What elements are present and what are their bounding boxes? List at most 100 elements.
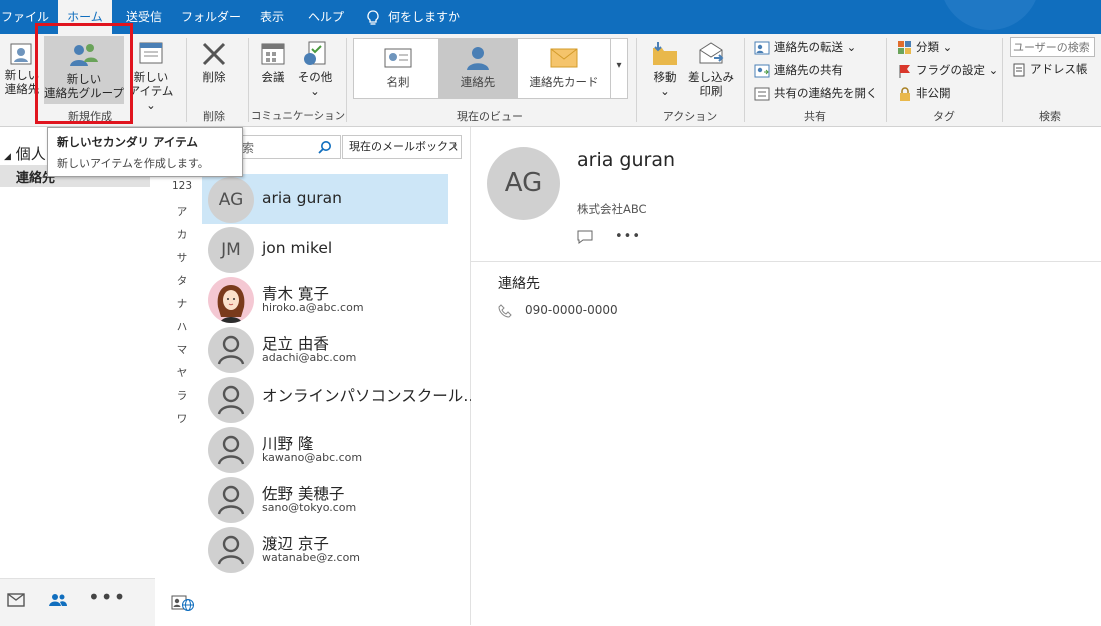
contact-email: kawano@abc.com xyxy=(262,451,363,464)
person-photo-icon xyxy=(217,285,245,323)
new-items-icon xyxy=(139,42,163,64)
contact-name: jon mikel xyxy=(262,239,333,257)
view-contact-card-label: 連絡先カード xyxy=(529,75,599,89)
share-contacts-label: 連絡先の共有 xyxy=(774,63,843,77)
more-comm-button[interactable]: その他 ⌄ xyxy=(294,40,336,98)
search-scope-dropdown[interactable]: 現在のメールボックス ▾ xyxy=(342,135,462,159)
private-button[interactable]: 非公開 xyxy=(898,83,951,103)
mail-icon[interactable] xyxy=(7,593,25,607)
chevron-down-icon: ⌄ xyxy=(146,98,156,112)
group-label-action: アクション xyxy=(662,110,718,123)
search-people-input[interactable] xyxy=(1010,37,1095,57)
move-folder-icon xyxy=(653,42,677,65)
ribbon-divider xyxy=(636,38,637,122)
more-actions-icon[interactable]: ••• xyxy=(615,229,641,244)
new-item-line1: 新しい xyxy=(133,70,169,84)
meeting-button[interactable]: 会議 xyxy=(254,40,292,84)
ribbon-divider xyxy=(1002,38,1003,122)
contact-list-item[interactable]: 青木 寛子 hiroko.a@abc.com xyxy=(202,274,448,324)
delete-button[interactable]: 削除 xyxy=(192,40,236,84)
chat-icon[interactable] xyxy=(577,230,593,244)
chevron-down-icon: ▾ xyxy=(452,142,457,152)
highlight-box xyxy=(35,23,133,124)
share-contacts-icon xyxy=(754,64,770,77)
chevron-down-icon: ▾ xyxy=(616,60,622,71)
ribbon-divider xyxy=(248,38,249,122)
open-shared-contacts-button[interactable]: 共有の連絡先を開く xyxy=(754,83,878,103)
contact-list-item[interactable]: 川野 隆 kawano@abc.com xyxy=(202,424,448,474)
contact-list-item[interactable]: AG aria guran xyxy=(202,174,448,224)
tab-view[interactable]: 表示 xyxy=(252,0,292,34)
index-letter[interactable]: 123 xyxy=(170,180,194,192)
avatar: AG xyxy=(208,177,254,223)
index-letter[interactable]: タ xyxy=(170,273,194,288)
group-label-find: 検索 xyxy=(1039,110,1061,123)
forward-contact-button[interactable]: 連絡先の転送 ⌄ xyxy=(754,37,856,57)
chevron-down-icon: ⌄ xyxy=(310,84,320,98)
index-letter[interactable]: マ xyxy=(170,342,194,357)
index-letter[interactable]: ラ xyxy=(170,388,194,403)
view-contact-card[interactable]: 連絡先カード xyxy=(518,39,610,98)
contact-list-item[interactable]: 渡辺 京子 watanabe@z.com xyxy=(202,524,448,574)
contact-name: オンラインパソコンスクール… xyxy=(262,387,479,405)
flag-icon xyxy=(899,64,910,78)
menu-bar: ファイル ホーム 送受信 フォルダー 表示 ヘルプ 何をしますか xyxy=(0,0,1101,34)
detail-avatar: AG xyxy=(487,147,560,220)
share-contacts-button[interactable]: 連絡先の共有 xyxy=(754,60,843,80)
ribbon-divider xyxy=(346,38,347,122)
meeting-label: 会議 xyxy=(261,70,285,84)
section-header[interactable]: ◢ 個人 xyxy=(4,143,46,164)
view-contact-label: 連絡先 xyxy=(460,75,496,89)
mail-merge-button[interactable]: 差し込み 印刷 xyxy=(688,40,734,98)
tooltip-title: 新しいセカンダリ アイテム xyxy=(57,135,198,149)
contact-list-item[interactable]: JM jon mikel xyxy=(202,224,448,274)
ribbon-divider xyxy=(186,38,187,122)
people-icon[interactable] xyxy=(48,593,68,607)
divider xyxy=(471,261,1101,262)
address-book-button[interactable]: アドレス帳 xyxy=(1012,59,1088,79)
index-letter[interactable]: サ xyxy=(170,250,194,265)
avatar xyxy=(208,477,254,523)
more-apps-icon[interactable]: ••• xyxy=(88,585,126,609)
index-letter[interactable]: ワ xyxy=(170,411,194,426)
ribbon-divider xyxy=(744,38,745,122)
detail-section-title: 連絡先 xyxy=(498,276,540,292)
group-label-delete: 削除 xyxy=(203,110,225,123)
move-label: 移動 xyxy=(653,70,677,84)
tell-me-box[interactable]: 何をしますか xyxy=(366,0,460,34)
chevron-down-icon: ⌄ xyxy=(939,40,953,54)
new-item-button[interactable]: 新しい アイテム ⌄ xyxy=(126,40,176,112)
address-book-label: アドレス帳 xyxy=(1030,62,1088,76)
contact-list-item[interactable]: 足立 由香 adachi@abc.com xyxy=(202,324,448,374)
person-placeholder-icon xyxy=(217,435,245,465)
ribbon-divider xyxy=(886,38,887,122)
detail-phone[interactable]: 090-0000-0000 xyxy=(525,303,618,317)
contact-list-item[interactable]: 佐野 美穂子 sano@tokyo.com xyxy=(202,474,448,524)
index-letter[interactable]: ハ xyxy=(170,319,194,334)
view-business-card[interactable]: 名刺 xyxy=(358,39,438,98)
categorize-icon xyxy=(898,40,911,54)
view-gallery-expand-button[interactable]: ▾ xyxy=(610,39,627,98)
avatar xyxy=(208,427,254,473)
index-letter[interactable]: ア xyxy=(170,204,194,219)
contact-list-item[interactable]: オンラインパソコンスクール… xyxy=(202,374,479,424)
delete-x-icon xyxy=(202,42,226,66)
index-letter[interactable]: カ xyxy=(170,227,194,242)
detail-name: aria guran xyxy=(577,149,676,171)
contact-globe-icon[interactable] xyxy=(171,595,195,611)
index-letter[interactable]: ナ xyxy=(170,296,194,311)
tab-folder[interactable]: フォルダー xyxy=(180,0,242,34)
index-letter[interactable]: ヤ xyxy=(170,365,194,380)
collapse-triangle-icon: ◢ xyxy=(4,152,11,162)
avatar xyxy=(208,377,254,423)
move-button[interactable]: 移動 ⌄ xyxy=(642,40,688,98)
group-label-tags: タグ xyxy=(933,110,955,123)
categorize-button[interactable]: 分類 ⌄ xyxy=(898,37,952,57)
follow-up-button[interactable]: フラグの設定 ⌄ xyxy=(898,60,998,80)
tab-help[interactable]: ヘルプ xyxy=(302,0,350,34)
view-contact[interactable]: 連絡先 xyxy=(438,39,518,98)
mail-merge-line2: 印刷 xyxy=(699,84,723,98)
open-shared-contacts-label: 共有の連絡先を開く xyxy=(774,86,878,100)
search-icon[interactable] xyxy=(318,140,332,154)
group-label-communication: コミュニケーション xyxy=(250,110,346,122)
